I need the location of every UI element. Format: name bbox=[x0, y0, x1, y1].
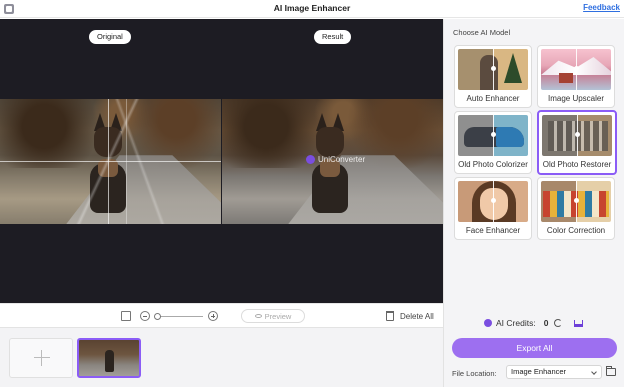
preview-button[interactable]: Preview bbox=[241, 309, 305, 323]
model-label: Auto Enhancer bbox=[466, 94, 520, 103]
dog-figure bbox=[308, 113, 352, 221]
zoom-slider[interactable] bbox=[155, 316, 203, 317]
credits-label: AI Credits: bbox=[496, 318, 536, 328]
file-location-label: File Location: bbox=[452, 369, 497, 378]
fit-screen-icon[interactable] bbox=[121, 311, 131, 321]
credits-icon bbox=[484, 319, 492, 327]
model-card-old-photo-restorer[interactable]: Old Photo Restorer bbox=[537, 110, 617, 175]
model-thumbnail bbox=[458, 49, 528, 90]
model-thumbnail bbox=[541, 49, 611, 90]
image-thumbnail[interactable] bbox=[77, 338, 141, 378]
preview-toolbar: Preview Delete All bbox=[0, 303, 443, 327]
original-image[interactable] bbox=[0, 99, 221, 224]
cart-icon[interactable] bbox=[574, 319, 584, 327]
feedback-link[interactable]: Feedback bbox=[583, 3, 620, 12]
panel-heading: Choose AI Model bbox=[453, 28, 511, 37]
uniconverter-logo-icon bbox=[306, 155, 315, 164]
model-label: Face Enhancer bbox=[465, 226, 521, 235]
model-thumbnail bbox=[458, 115, 528, 156]
result-label: Result bbox=[314, 30, 352, 44]
zoom-in-icon[interactable] bbox=[208, 311, 218, 321]
add-image-button[interactable] bbox=[9, 338, 73, 378]
model-label: Old Photo Restorer bbox=[542, 160, 612, 169]
original-label: Original bbox=[89, 30, 131, 44]
model-label: Color Correction bbox=[546, 226, 606, 235]
result-image[interactable]: UniConverter bbox=[222, 99, 443, 224]
watermark: UniConverter bbox=[306, 155, 365, 164]
model-label: Image Upscaler bbox=[547, 94, 605, 103]
folder-icon[interactable] bbox=[606, 366, 616, 376]
crosshair-line bbox=[108, 99, 109, 224]
refresh-icon[interactable] bbox=[554, 319, 563, 327]
model-card-face-enhancer[interactable]: Face Enhancer bbox=[454, 177, 532, 240]
zoom-out-icon[interactable] bbox=[140, 311, 150, 321]
ai-model-panel: Choose AI Model Auto Enhancer Image Upsc… bbox=[443, 19, 624, 387]
model-card-old-photo-colorizer[interactable]: Old Photo Colorizer bbox=[454, 111, 532, 174]
credits-value: 0 bbox=[543, 318, 549, 328]
model-thumbnail bbox=[541, 181, 611, 222]
preview-button-label: Preview bbox=[264, 311, 292, 321]
window-title: AI Image Enhancer bbox=[273, 3, 351, 13]
delete-all-button[interactable]: Delete All bbox=[400, 312, 434, 321]
model-thumbnail bbox=[458, 181, 528, 222]
export-all-button[interactable]: Export All bbox=[452, 338, 617, 358]
eye-icon bbox=[254, 314, 262, 318]
model-label: Old Photo Colorizer bbox=[458, 160, 528, 169]
chevron-down-icon bbox=[591, 369, 597, 375]
thumbnail-strip bbox=[0, 327, 443, 387]
ai-credits: AI Credits: 0 bbox=[484, 318, 584, 328]
trash-icon[interactable] bbox=[386, 311, 394, 321]
file-location-value: Image Enhancer bbox=[511, 367, 567, 376]
model-card-color-correction[interactable]: Color Correction bbox=[537, 177, 615, 240]
title-bar: AI Image Enhancer Feedback bbox=[0, 0, 624, 18]
crosshair-line bbox=[0, 161, 221, 162]
zoom-slider-thumb[interactable] bbox=[154, 313, 161, 320]
model-card-image-upscaler[interactable]: Image Upscaler bbox=[537, 45, 615, 108]
plus-icon bbox=[34, 350, 50, 366]
preview-area: Original Result UniConverter bbox=[0, 19, 443, 303]
watermark-text: UniConverter bbox=[318, 155, 366, 164]
model-card-auto-enhancer[interactable]: Auto Enhancer bbox=[454, 45, 532, 108]
file-location-select[interactable]: Image Enhancer bbox=[506, 365, 602, 379]
model-thumbnail bbox=[542, 115, 612, 156]
